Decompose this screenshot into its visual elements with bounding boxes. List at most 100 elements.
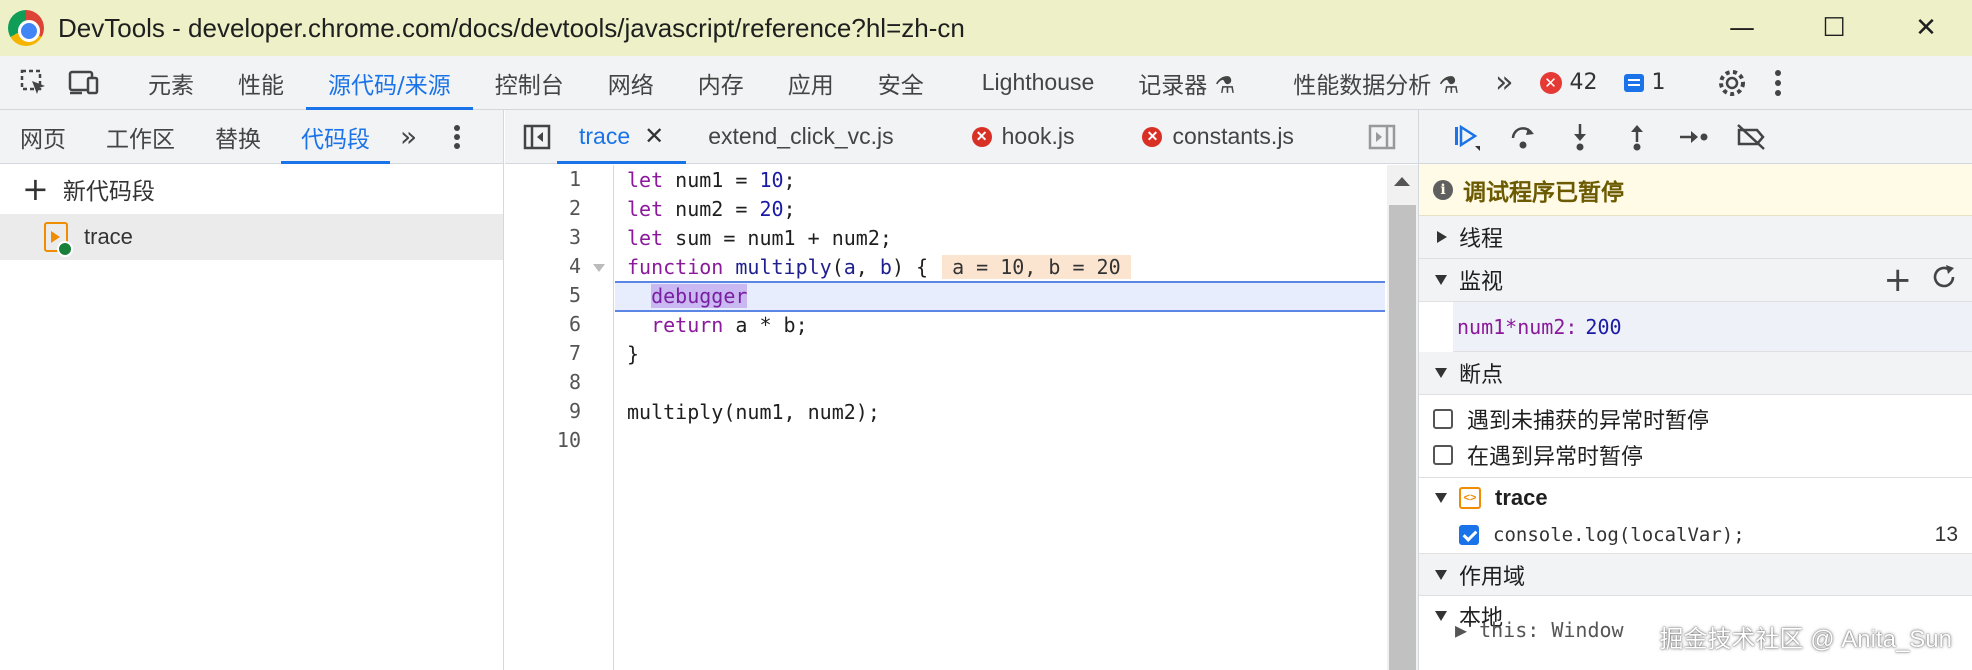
- step-into-icon[interactable]: [1551, 110, 1608, 164]
- step-icon[interactable]: [1665, 110, 1722, 164]
- section-threads[interactable]: 线程: [1419, 216, 1972, 259]
- collapse-arrow-icon: [1435, 611, 1447, 621]
- resume-icon[interactable]: [1437, 110, 1494, 164]
- section-watch[interactable]: 监视 +: [1419, 259, 1972, 302]
- line-number[interactable]: 10: [505, 426, 581, 455]
- line-number[interactable]: 8: [505, 368, 581, 397]
- code-line[interactable]: }: [627, 340, 639, 369]
- section-title: 作用域: [1459, 564, 1526, 590]
- section-breakpoints[interactable]: 断点: [1419, 352, 1972, 395]
- toggle-debugger-icon[interactable]: [1362, 117, 1402, 157]
- code-line[interactable]: return a * b;: [627, 311, 808, 340]
- tab-performance[interactable]: 性能: [216, 56, 306, 110]
- editor-tab-extend-click[interactable]: extend_click_vc.js: [686, 110, 915, 164]
- maximize-button[interactable]: ☐: [1788, 0, 1880, 56]
- window-controls: — ☐ ✕: [1696, 0, 1972, 56]
- tab-network[interactable]: 网络: [586, 56, 676, 110]
- new-snippet-button[interactable]: + 新代码段: [0, 164, 503, 214]
- inspect-element-icon[interactable]: [14, 63, 54, 103]
- line-number[interactable]: 6: [505, 310, 581, 339]
- editor-tabs: trace ✕ extend_click_vc.js ✕ hook.js ✕ c…: [505, 110, 1418, 164]
- pause-caught-option[interactable]: 在遇到异常时暂停: [1419, 437, 1972, 473]
- watch-value: 200: [1585, 314, 1622, 339]
- add-watch-plus-icon[interactable]: +: [1884, 263, 1913, 297]
- line-number[interactable]: 1: [505, 165, 581, 194]
- section-title: 断点: [1459, 363, 1504, 388]
- message-counter[interactable]: 1: [1623, 70, 1666, 95]
- close-window-button[interactable]: ✕: [1880, 0, 1972, 56]
- step-out-icon[interactable]: [1608, 110, 1665, 164]
- scrollbar-thumb[interactable]: [1389, 205, 1416, 670]
- line-number[interactable]: 9: [505, 397, 581, 426]
- tab-page[interactable]: 网页: [0, 110, 86, 164]
- plus-icon: +: [22, 170, 49, 208]
- deactivate-breakpoints-icon[interactable]: [1722, 110, 1779, 164]
- device-toolbar-icon[interactable]: [64, 63, 104, 103]
- tab-console[interactable]: 控制台: [473, 56, 586, 110]
- navigator-menu-icon[interactable]: [437, 117, 477, 157]
- editor-scrollbar[interactable]: [1387, 165, 1418, 670]
- snippet-file-icon: [44, 222, 73, 257]
- more-options-icon[interactable]: [1758, 63, 1798, 103]
- scope-this-partial[interactable]: ▶ this: Window: [1455, 618, 1624, 642]
- code-token: b: [879, 255, 892, 279]
- code-line[interactable]: debugger: [627, 282, 748, 311]
- step-over-icon[interactable]: [1494, 110, 1551, 164]
- tab-sources[interactable]: 源代码/来源: [306, 56, 473, 110]
- pause-uncaught-option[interactable]: 遇到未捕获的异常时暂停: [1419, 401, 1972, 437]
- message-icon: [1623, 73, 1644, 92]
- refresh-watch-icon[interactable]: [1930, 263, 1958, 297]
- breakpoint-checkbox[interactable]: [1459, 525, 1479, 545]
- tab-security[interactable]: 安全: [856, 56, 946, 110]
- section-scope[interactable]: 作用域: [1419, 553, 1972, 596]
- tab-performance-insights[interactable]: 性能数据分析 ⚗: [1271, 56, 1481, 110]
- code-line[interactable]: let num2 = 20;: [627, 195, 796, 224]
- scroll-up-icon[interactable]: [1394, 177, 1410, 186]
- line-gutter[interactable]: 1 2 3 4 5 6 7 8 9 10: [505, 165, 614, 670]
- tab-recorder[interactable]: 记录器 ⚗: [1116, 56, 1257, 110]
- minimize-button[interactable]: —: [1696, 0, 1788, 56]
- code-token: 20: [759, 197, 784, 221]
- more-tabs-chevron-icon[interactable]: »: [1481, 56, 1527, 110]
- breakpoint-item[interactable]: console.log(localVar); 13: [1419, 517, 1972, 553]
- close-tab-icon[interactable]: ✕: [644, 122, 664, 151]
- tab-snippets[interactable]: 代码段: [281, 110, 390, 164]
- settings-gear-icon[interactable]: [1712, 63, 1752, 103]
- snippet-item[interactable]: trace: [0, 214, 503, 260]
- tab-overrides[interactable]: 替换: [195, 110, 281, 164]
- code-line[interactable]: let num1 = 10;: [627, 166, 796, 195]
- watch-expression-row[interactable]: num1*num2: 200: [1453, 302, 1972, 352]
- tab-workspace[interactable]: 工作区: [86, 110, 195, 164]
- code-area[interactable]: 1 2 3 4 5 6 7 8 9 10 let num1 = 10; let n…: [505, 165, 1385, 670]
- tab-memory[interactable]: 内存: [676, 56, 766, 110]
- error-counter[interactable]: ✕ 42: [1539, 70, 1598, 95]
- tab-application[interactable]: 应用: [766, 56, 856, 110]
- window-titlebar: DevTools - developer.chrome.com/docs/dev…: [0, 0, 1972, 56]
- line-number[interactable]: 5: [505, 281, 581, 310]
- line-number[interactable]: 2: [505, 194, 581, 223]
- error-icon: ✕: [971, 126, 992, 147]
- line-number[interactable]: 7: [505, 339, 581, 368]
- code-token: 10: [759, 168, 784, 192]
- fold-arrow-icon[interactable]: [593, 264, 605, 272]
- line-number[interactable]: 3: [505, 223, 581, 252]
- code-line[interactable]: function multiply(a, b) {a = 10, b = 20: [627, 253, 1131, 282]
- section-title: 监视: [1459, 270, 1504, 295]
- code-line[interactable]: multiply(num1, num2);: [627, 398, 880, 427]
- code-token: function: [627, 255, 724, 279]
- collapse-arrow-icon: [1435, 275, 1447, 285]
- editor-tab-hook[interactable]: ✕ hook.js: [950, 110, 1097, 164]
- pause-caught-checkbox[interactable]: [1433, 445, 1453, 465]
- tab-elements[interactable]: 元素: [126, 56, 216, 110]
- editor-tab-constants[interactable]: ✕ constants.js: [1120, 110, 1315, 164]
- code-token: return: [651, 313, 724, 337]
- breakpoint-file-group[interactable]: <> trace: [1419, 477, 1972, 517]
- more-navigator-tabs-icon[interactable]: »: [390, 110, 427, 164]
- editor-tab-trace[interactable]: trace ✕: [557, 110, 687, 164]
- line-number[interactable]: 4: [505, 252, 581, 281]
- tab-lighthouse[interactable]: Lighthouse: [960, 56, 1117, 110]
- toggle-navigator-icon[interactable]: [517, 117, 557, 157]
- pause-uncaught-checkbox[interactable]: [1433, 409, 1453, 429]
- code-line[interactable]: let sum = num1 + num2;: [627, 224, 892, 253]
